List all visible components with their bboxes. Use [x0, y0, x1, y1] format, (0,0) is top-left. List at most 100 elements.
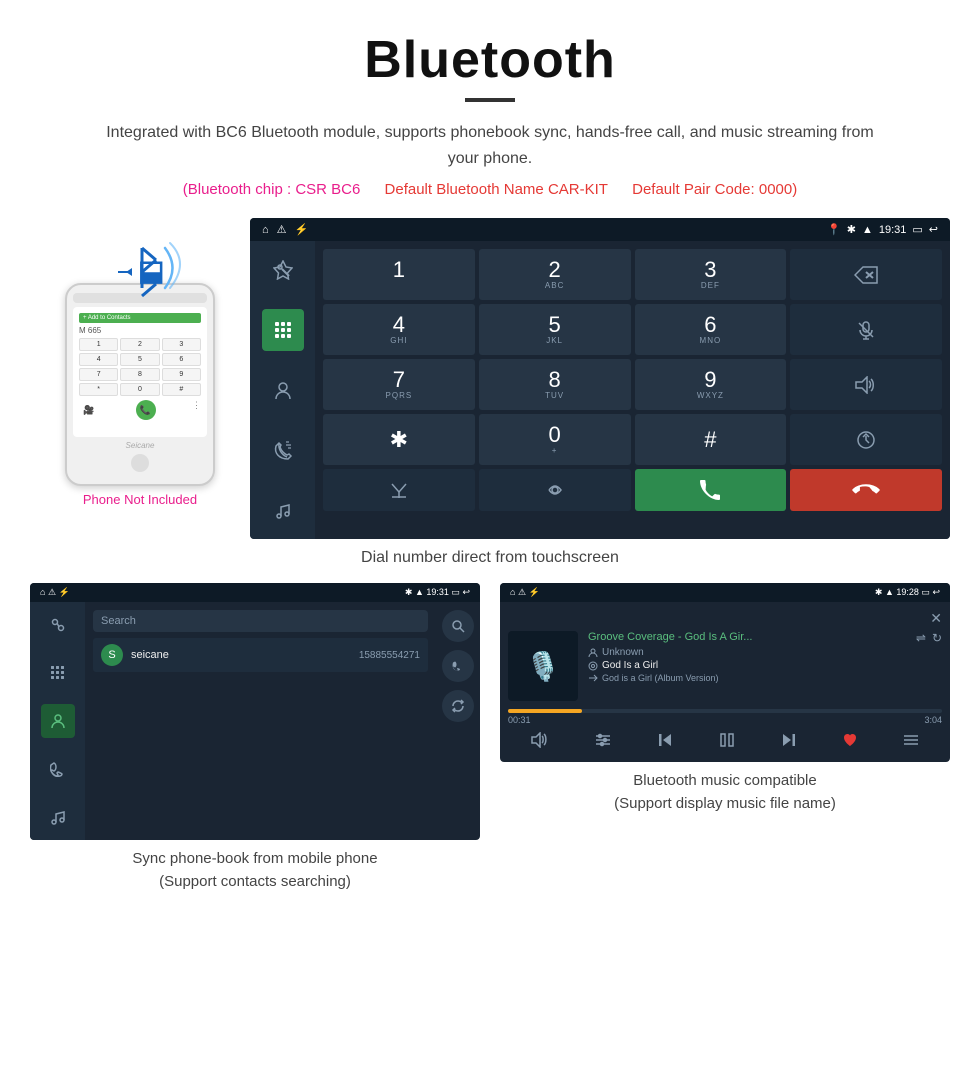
pb-home-icon[interactable]: ⌂ — [40, 587, 45, 597]
back-icon[interactable]: ↩ — [929, 223, 938, 236]
car-content: 1 2 ABC 3 DEF — [250, 241, 950, 539]
phone-key-7[interactable]: 7 — [79, 368, 118, 381]
pb-icon-music[interactable] — [41, 800, 75, 834]
music-close-btn[interactable]: ✕ — [930, 610, 942, 627]
dial-key-5[interactable]: 5 JKL — [479, 304, 631, 355]
dial-key-9[interactable]: 9 WXYZ — [635, 359, 787, 410]
phone-screen: + Add to Contacts M 665 1 2 3 4 5 6 7 8 … — [73, 307, 207, 437]
phone-input-display: M 665 — [79, 326, 201, 335]
pb-contact-row[interactable]: S seicane 15885554271 — [93, 638, 428, 672]
music-back[interactable]: ↩ — [932, 587, 940, 597]
phone-key-1[interactable]: 1 — [79, 338, 118, 351]
pb-contact-number: 15885554271 — [359, 650, 420, 661]
dial-num-0: 0 — [549, 424, 561, 446]
dial-key-8[interactable]: 8 TUV — [479, 359, 631, 410]
phone-key-0[interactable]: 0 — [120, 383, 159, 396]
dial-key-backspace[interactable] — [790, 249, 942, 300]
music-repeat-icon[interactable]: ↻ — [932, 631, 942, 645]
music-list-btn[interactable] — [903, 732, 919, 753]
dial-key-hash[interactable]: # — [635, 414, 787, 465]
phonebook-item: ⌂ ⚠ ⚡ ✱ ▲ 19:31 ▭ ↩ — [30, 583, 480, 893]
dial-key-merge[interactable] — [323, 469, 475, 511]
pb-status-left: ⌂ ⚠ ⚡ — [40, 587, 70, 598]
bluetooth-signal: ⬓ — [110, 238, 170, 278]
music-bt-icon: ✱ ▲ — [875, 587, 894, 597]
dial-key-6[interactable]: 6 MNO — [635, 304, 787, 355]
progress-bar-bg[interactable] — [508, 709, 942, 713]
music-status-bar: ⌂ ⚠ ⚡ ✱ ▲ 19:28 ▭ ↩ — [500, 583, 950, 602]
car-sidebar-dialpad[interactable] — [262, 309, 304, 351]
home-icon[interactable]: ⌂ — [262, 224, 269, 236]
music-play-pause-btn[interactable] — [718, 731, 736, 754]
phone-key-8[interactable]: 8 — [120, 368, 159, 381]
pb-bt-icon: ✱ ▲ — [405, 587, 424, 597]
music-warn-icon: ⚠ ⚡ — [518, 587, 540, 597]
phone-home-btn[interactable] — [131, 454, 149, 472]
music-shuffle-icon[interactable]: ⇌ — [916, 631, 926, 645]
dial-key-1[interactable]: 1 — [323, 249, 475, 300]
phone-key-9[interactable]: 9 — [162, 368, 201, 381]
music-status-right: ✱ ▲ 19:28 ▭ ↩ — [875, 587, 940, 598]
music-home-icon[interactable]: ⌂ — [510, 587, 515, 597]
pb-search-btn[interactable] — [442, 610, 474, 642]
phone-call-btn[interactable]: 📞 — [136, 400, 156, 420]
pb-call-btn[interactable] — [442, 650, 474, 682]
car-sidebar-call-history[interactable] — [262, 429, 304, 471]
phonebook-caption: Sync phone-book from mobile phone(Suppor… — [30, 840, 480, 893]
music-eq-btn[interactable] — [594, 732, 612, 753]
location-icon: 📍 — [827, 223, 841, 236]
pb-icon-link[interactable] — [41, 608, 75, 642]
car-status-bar: ⌂ ⚠ ⚡ 📍 ✱ ▲ 19:31 ▭ ↩ — [250, 218, 950, 241]
music-next-btn[interactable] — [781, 732, 797, 753]
car-sidebar-contacts[interactable] — [262, 369, 304, 411]
dial-key-volume[interactable] — [790, 359, 942, 410]
progress-current: 00:31 — [508, 715, 531, 725]
dial-key-call[interactable] — [635, 469, 787, 511]
phone-key-star[interactable]: * — [79, 383, 118, 396]
phone-key-3[interactable]: 3 — [162, 338, 201, 351]
dial-key-4[interactable]: 4 GHI — [323, 304, 475, 355]
pb-time: 19:31 — [426, 587, 449, 597]
pb-search-bar[interactable]: Search — [93, 610, 428, 632]
pb-action-icons — [436, 602, 480, 840]
phone-key-hash[interactable]: # — [162, 383, 201, 396]
music-battery: ▭ — [921, 587, 930, 597]
mute-icon — [856, 320, 876, 340]
phone-key-5[interactable]: 5 — [120, 353, 159, 366]
phone-menu-icon: ⋮ — [192, 400, 201, 420]
car-dialpad-area: 1 2 ABC 3 DEF — [315, 241, 950, 539]
main-area: ⬓ + Add to Contacts M 665 — [0, 208, 980, 539]
dial-key-dtmf[interactable] — [479, 469, 631, 511]
car-sidebar-music[interactable] — [262, 489, 304, 531]
phone-key-6[interactable]: 6 — [162, 353, 201, 366]
music-content: ✕ 🎙️ Groove Coverage - God Is A Gir... U… — [500, 602, 950, 762]
volume-icon — [855, 376, 877, 394]
music-volume-btn[interactable] — [531, 732, 549, 753]
dtmf-icon — [544, 480, 566, 500]
music-details: Groove Coverage - God Is A Gir... Unknow… — [588, 631, 906, 701]
pb-icon-dialpad[interactable] — [41, 656, 75, 690]
phone-key-4[interactable]: 4 — [79, 353, 118, 366]
pb-icon-call-hist[interactable] — [41, 752, 75, 786]
page-title: Bluetooth — [60, 30, 920, 90]
dial-key-7[interactable]: 7 PQRS — [323, 359, 475, 410]
dial-key-endcall[interactable] — [790, 469, 942, 511]
dial-key-swap[interactable] — [790, 414, 942, 465]
signal-arcs: ⬓ — [110, 238, 170, 278]
phone-key-2[interactable]: 2 — [120, 338, 159, 351]
dial-key-3[interactable]: 3 DEF — [635, 249, 787, 300]
dial-key-mute[interactable] — [790, 304, 942, 355]
dial-key-0[interactable]: 0 + — [479, 414, 631, 465]
dial-key-2[interactable]: 2 ABC — [479, 249, 631, 300]
dial-key-star[interactable]: ✱ — [323, 414, 475, 465]
phone-side: ⬓ + Add to Contacts M 665 — [30, 218, 250, 507]
music-status-left: ⌂ ⚠ ⚡ — [510, 587, 540, 598]
music-heart-btn[interactable] — [842, 732, 858, 753]
pb-icon-contacts[interactable] — [41, 704, 75, 738]
pb-refresh-btn[interactable] — [442, 690, 474, 722]
music-extra-icons: ⇌ ↻ — [916, 631, 942, 701]
car-sidebar-link[interactable] — [262, 249, 304, 291]
music-prev-btn[interactable] — [657, 732, 673, 753]
phone-watermark: Seicane — [73, 441, 207, 450]
pb-back[interactable]: ↩ — [462, 587, 470, 597]
